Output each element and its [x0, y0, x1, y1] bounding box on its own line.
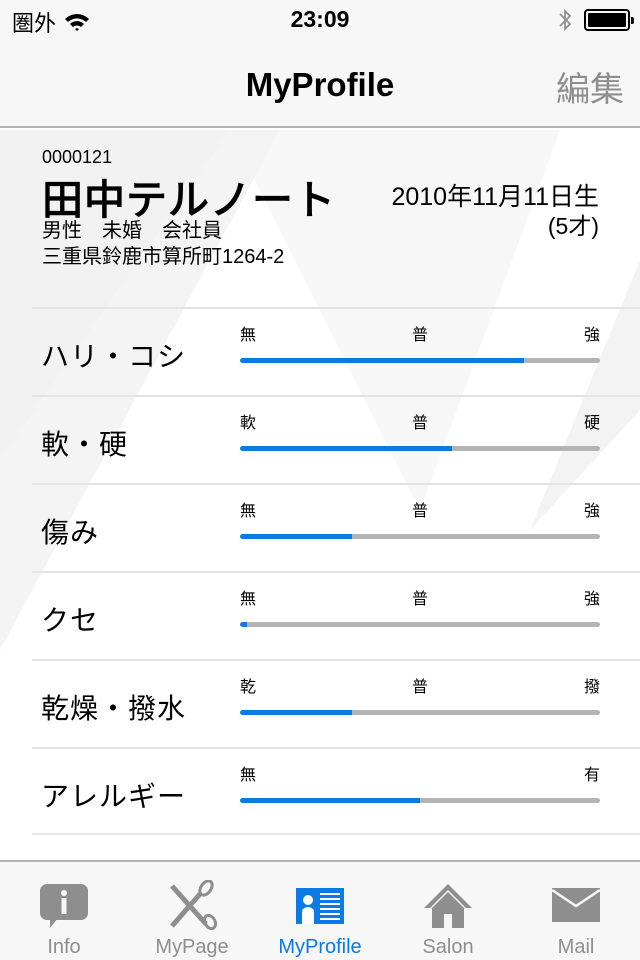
scale-low-label: 無: [240, 327, 257, 344]
tab-salon[interactable]: Salon: [384, 862, 512, 960]
metric-row: クセ 無 普 強: [32, 571, 640, 659]
profile-card-icon: [296, 888, 344, 924]
home-icon: [424, 884, 472, 928]
status-time: 23:09: [290, 6, 350, 32]
metric-bar-track: [240, 710, 600, 715]
battery-fill: [588, 13, 626, 27]
scale-high-label: 強: [583, 327, 600, 344]
tab-label: MyProfile: [278, 936, 362, 958]
scale-high-label: 撥: [583, 679, 600, 696]
scissors-icon: [170, 880, 218, 930]
edit-button[interactable]: 編集: [556, 62, 624, 111]
metric-bar-fill: [240, 798, 420, 803]
status-bar: 圏外 23:09: [0, 0, 640, 40]
metric-label: 乾燥・撥水: [41, 693, 187, 724]
metric-scale: 乾 普 撥: [240, 673, 600, 696]
customer-attributes: 男性 未婚 会社員: [42, 220, 222, 242]
scale-low-label: 軟: [240, 415, 257, 432]
member-id: 0000121: [42, 147, 113, 167]
nav-bar: MyProfile 編集: [0, 40, 640, 128]
status-right: [556, 8, 634, 32]
metric-scale: 無 普 強: [240, 497, 600, 520]
scale-mid-label: 普: [412, 327, 429, 344]
scale-mid-label: 普: [412, 591, 429, 608]
battery-icon: [584, 9, 634, 31]
scale-high-label: 強: [583, 591, 600, 608]
metric-scale: 無 普 強: [240, 585, 600, 608]
metric-scale: 軟 普 硬: [240, 409, 600, 432]
bluetooth-icon: [559, 8, 572, 32]
scale-mid-label: 普: [412, 679, 429, 696]
metric-scale: 無 有: [240, 761, 600, 784]
metric-scale: 無 普 強: [240, 321, 600, 344]
info-icon: [40, 884, 88, 928]
metric-bar-fill: [240, 358, 525, 363]
metric-row: 乾燥・撥水 乾 普 撥: [32, 659, 640, 747]
metric-row: 軟・硬 軟 普 硬: [32, 395, 640, 483]
metric-row: 傷み 無 普 強: [32, 483, 640, 571]
scale-high-label: 硬: [583, 415, 600, 432]
metric-label: アレルギー: [41, 781, 187, 812]
metric-row: ハリ・コシ 無 普 強: [32, 307, 640, 395]
scale-high-label: 強: [583, 503, 600, 520]
metric-bar-track: [240, 534, 600, 539]
metric-bar-track: [240, 798, 600, 803]
tab-myprofile[interactable]: MyProfile: [256, 862, 384, 960]
metric-label: ハリ・コシ: [41, 341, 187, 372]
profile-header: 0000121 田中テルノート 男性 未婚 会社員 三重県鈴鹿市算所町1264-…: [0, 130, 640, 307]
metric-bar-track: [240, 446, 600, 451]
scale-low-label: 無: [240, 503, 257, 520]
tab-label: Info: [47, 936, 81, 958]
metric-bar-fill: [240, 534, 352, 539]
scale-low-label: 無: [240, 767, 257, 784]
metric-label: 軟・硬: [41, 429, 129, 460]
age: (5才): [547, 213, 599, 239]
tab-label: MyPage: [155, 936, 229, 958]
page-title: MyProfile: [245, 66, 395, 103]
metric-bar-track: [240, 358, 600, 363]
hair-metrics-list: ハリ・コシ 無 普 強 軟・硬 軟 普 硬 傷み 無 普 強 クセ 無 普 強 …: [0, 307, 640, 835]
tab-bar: Info MyPage MyProfile Salon Mail: [0, 860, 640, 960]
scale-mid-label: 普: [412, 503, 429, 520]
customer-address: 三重県鈴鹿市算所町1264-2: [42, 246, 285, 268]
metric-bar-track: [240, 622, 600, 627]
metric-bar-fill: [240, 446, 453, 451]
metric-bar-fill: [240, 710, 352, 715]
tab-mypage[interactable]: MyPage: [128, 862, 256, 960]
metric-bar-fill: [240, 622, 248, 627]
tab-mail[interactable]: Mail: [512, 862, 640, 960]
metric-label: 傷み: [41, 517, 100, 548]
scale-high-label: 有: [583, 767, 600, 784]
profile-content[interactable]: 0000121 田中テルノート 男性 未婚 会社員 三重県鈴鹿市算所町1264-…: [0, 130, 640, 860]
scale-low-label: 乾: [240, 679, 257, 696]
mail-icon: [551, 888, 601, 922]
metric-label: クセ: [41, 605, 100, 636]
tab-info[interactable]: Info: [0, 862, 128, 960]
scale-low-label: 無: [240, 591, 257, 608]
scale-mid-label: 普: [412, 415, 429, 432]
tab-label: Mail: [557, 936, 595, 958]
metric-row: アレルギー 無 有: [32, 747, 640, 835]
tab-label: Salon: [422, 936, 474, 958]
